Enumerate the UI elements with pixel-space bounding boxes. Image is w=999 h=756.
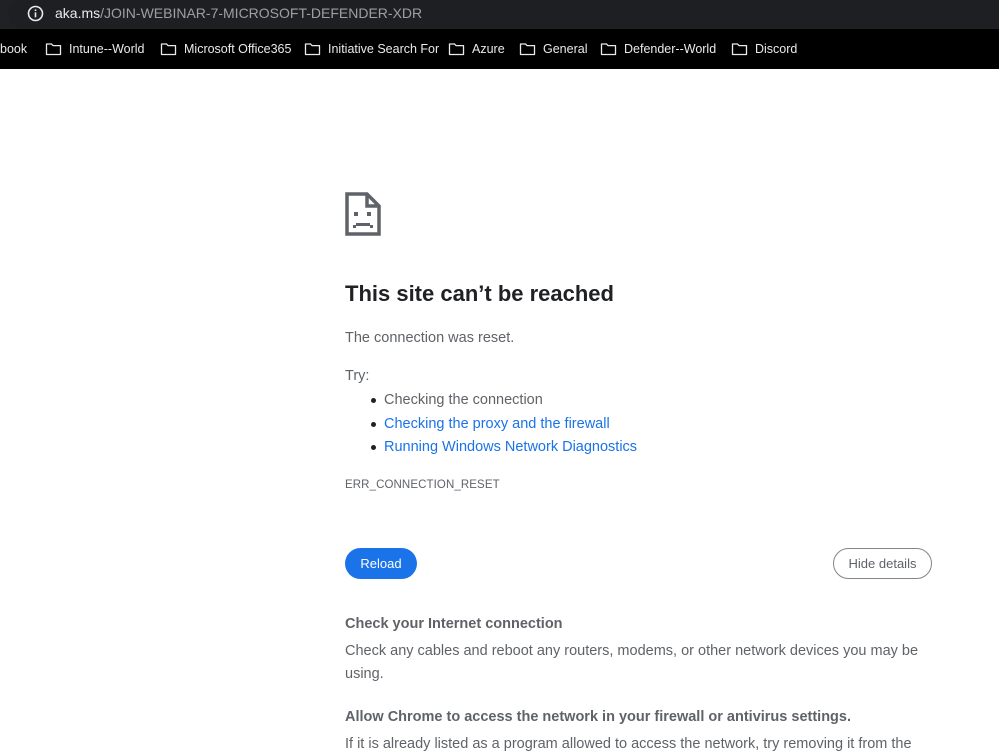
try-label: Try: bbox=[345, 368, 370, 384]
folder-icon bbox=[160, 43, 177, 56]
bookmarks-bar: book Intune--World Microsoft Office365 I… bbox=[0, 29, 999, 69]
bookmark-label: Discord bbox=[755, 42, 798, 56]
url-host: aka.ms bbox=[55, 5, 101, 21]
error-code: ERR_CONNECTION_RESET bbox=[345, 479, 500, 491]
reload-button[interactable]: Reload bbox=[345, 548, 417, 579]
details-heading-internet: Check your Internet connection bbox=[345, 616, 563, 632]
bookmark-label: Intune--World bbox=[69, 42, 145, 56]
bookmark-label: Initiative Search For bbox=[328, 42, 440, 56]
bookmark-defender-world[interactable]: Defender--World bbox=[600, 40, 716, 58]
folder-icon bbox=[45, 43, 62, 56]
bookmark-label: General bbox=[543, 42, 588, 56]
bookmark-label: Azure bbox=[472, 42, 505, 56]
bookmark-book[interactable]: book bbox=[0, 40, 27, 58]
bookmark-label: Defender--World bbox=[624, 42, 717, 56]
bookmark-microsoft-office365[interactable]: Microsoft Office365 bbox=[160, 40, 291, 58]
error-message: The connection was reset. bbox=[345, 330, 515, 346]
folder-icon bbox=[304, 43, 321, 56]
details-body-internet: Check any cables and reboot any routers,… bbox=[345, 643, 919, 682]
address-bar[interactable]: aka.ms/JOIN-WEBINAR-7-MICROSOFT-DEFENDER… bbox=[8, 0, 999, 28]
folder-icon bbox=[519, 43, 536, 56]
suggestion-proxy-firewall-link[interactable]: Checking the proxy and the firewall bbox=[370, 413, 637, 437]
bookmark-label: Microsoft Office365 bbox=[184, 42, 292, 56]
bookmark-discord[interactable]: Discord bbox=[731, 40, 797, 58]
sad-page-icon bbox=[345, 192, 381, 236]
folder-icon bbox=[448, 43, 465, 56]
bookmark-label: book bbox=[0, 42, 28, 56]
folder-icon bbox=[600, 43, 617, 56]
url-text[interactable]: aka.ms/JOIN-WEBINAR-7-MICROSOFT-DEFENDER… bbox=[55, 4, 422, 22]
url-path: /JOIN-WEBINAR-7-MICROSOFT-DEFENDER-XDR bbox=[100, 5, 423, 21]
bookmark-azure[interactable]: Azure bbox=[448, 40, 505, 58]
details-body-firewall: If it is already listed as a program all… bbox=[345, 736, 912, 752]
suggestion-check-connection: Checking the connection bbox=[370, 389, 637, 413]
bookmark-intune-world[interactable]: Intune--World bbox=[45, 40, 145, 58]
bookmark-general[interactable]: General bbox=[519, 40, 587, 58]
info-icon[interactable] bbox=[27, 5, 44, 22]
page-title: This site can’t be reached bbox=[345, 281, 614, 306]
suggestion-network-diagnostics-link[interactable]: Running Windows Network Diagnostics bbox=[370, 436, 637, 460]
folder-icon bbox=[731, 43, 748, 56]
bookmark-initiative-search-for[interactable]: Initiative Search For bbox=[304, 40, 439, 58]
browser-toolbar: aka.ms/JOIN-WEBINAR-7-MICROSOFT-DEFENDER… bbox=[0, 0, 999, 29]
hide-details-button[interactable]: Hide details bbox=[833, 548, 932, 579]
details-heading-firewall: Allow Chrome to access the network in yo… bbox=[345, 709, 852, 725]
suggestion-list: Checking the connection Checking the pro… bbox=[345, 389, 637, 460]
